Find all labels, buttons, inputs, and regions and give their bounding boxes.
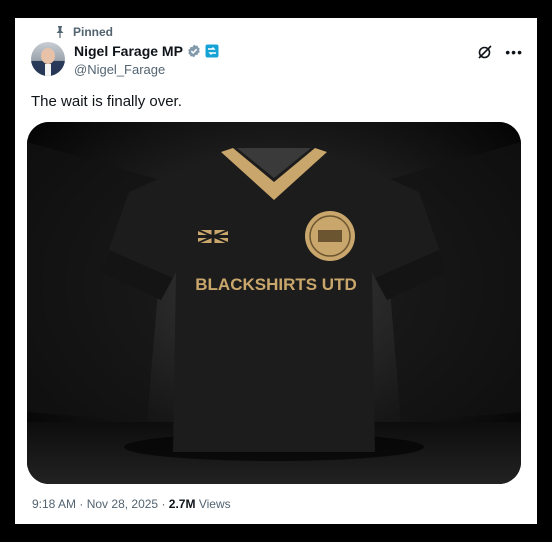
author-handle[interactable]: @Nigel_Farage <box>74 62 219 77</box>
verified-badge-icon[interactable] <box>187 44 201 58</box>
views-count: 2.7M <box>168 497 196 511</box>
more-icon[interactable]: ••• <box>505 45 523 59</box>
tweet-meta: 9:18 AM · Nov 28, 2025 · 2.7M Views <box>32 497 231 511</box>
affiliate-badge-icon[interactable] <box>205 44 219 58</box>
author-name[interactable]: Nigel Farage MP <box>74 43 183 59</box>
pinned-label: Pinned <box>73 25 114 39</box>
meta-separator: · <box>79 497 84 511</box>
views-label: Views <box>198 497 231 511</box>
tweet-time[interactable]: 9:18 AM <box>32 497 76 511</box>
tweet-text: The wait is finally over. <box>31 93 182 110</box>
meta-separator: · <box>161 497 166 511</box>
avatar[interactable] <box>31 42 65 76</box>
pin-icon <box>56 26 64 38</box>
grok-icon[interactable] <box>477 44 493 60</box>
tweet-actions-top: ••• <box>477 44 523 60</box>
jersey-text: BLACKSHIRTS UTD <box>195 275 357 294</box>
tweet-image[interactable]: BLACKSHIRTS UTD <box>27 122 521 484</box>
tweet-date[interactable]: Nov 28, 2025 <box>87 497 158 511</box>
author-block: Nigel Farage MP @Nigel_Farage <box>74 42 219 77</box>
tweet-card[interactable]: Pinned Nigel Farage MP @Nigel_Farage •••… <box>15 18 537 524</box>
pinned-indicator: Pinned <box>55 25 113 39</box>
